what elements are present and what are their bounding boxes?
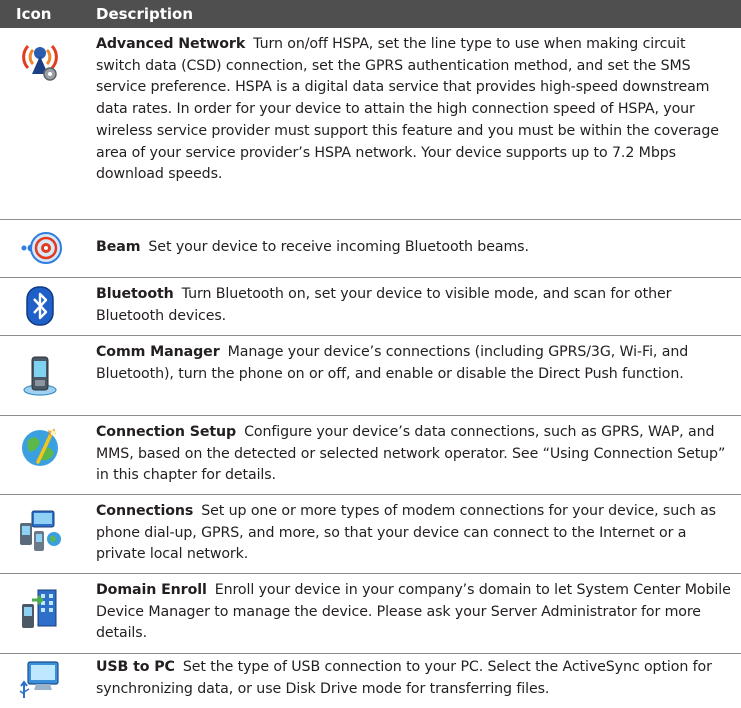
comm-manager-icon xyxy=(18,353,62,397)
connections-icon xyxy=(18,509,62,553)
row-description: Advanced Network Turn on/off HSPA, set th… xyxy=(96,34,732,186)
connection-setup-icon xyxy=(18,426,62,470)
domain-enroll-icon xyxy=(18,588,62,632)
advanced-network-icon xyxy=(18,38,62,82)
bluetooth-icon xyxy=(18,284,62,328)
table-header: Icon Description xyxy=(0,0,741,28)
table-row: Beam Set your device to receive incoming … xyxy=(0,220,741,278)
row-text: Set your device to receive incoming Blue… xyxy=(148,239,529,255)
header-icon-column: Icon xyxy=(16,5,52,23)
table-row: Bluetooth Turn Bluetooth on, set your dev… xyxy=(0,278,741,336)
row-description: Connection Setup Configure your device’s … xyxy=(96,422,732,487)
row-description: Domain Enroll Enroll your device in your … xyxy=(96,580,732,645)
row-text: Set the type of USB connection to your P… xyxy=(96,659,712,697)
row-title: Bluetooth xyxy=(96,286,174,302)
row-description: Connections Set up one or more types of m… xyxy=(96,501,732,566)
table-row: Advanced Network Turn on/off HSPA, set th… xyxy=(0,28,741,220)
beam-icon xyxy=(18,226,62,270)
row-title: Advanced Network xyxy=(96,36,246,52)
row-title: Comm Manager xyxy=(96,344,220,360)
table-row: Domain Enroll Enroll your device in your … xyxy=(0,574,741,654)
table-row: Connections Set up one or more types of m… xyxy=(0,495,741,574)
row-title: Connection Setup xyxy=(96,424,237,440)
row-title: Beam xyxy=(96,239,141,255)
usb-to-pc-icon xyxy=(18,658,62,702)
row-description: Bluetooth Turn Bluetooth on, set your dev… xyxy=(96,284,732,327)
row-text: Turn Bluetooth on, set your device to vi… xyxy=(96,286,672,324)
row-description: Beam Set your device to receive incoming … xyxy=(96,237,732,259)
row-title: Connections xyxy=(96,503,194,519)
row-description: Comm Manager Manage your device’s connect… xyxy=(96,342,732,385)
row-description: USB to PC Set the type of USB connection … xyxy=(96,657,732,700)
header-description-column: Description xyxy=(96,5,194,23)
row-text: Turn on/off HSPA, set the line type to u… xyxy=(96,36,719,183)
table-row: USB to PC Set the type of USB connection … xyxy=(0,654,741,708)
row-title: USB to PC xyxy=(96,659,175,675)
table-row: Comm Manager Manage your device’s connect… xyxy=(0,336,741,416)
table-row: Connection Setup Configure your device’s … xyxy=(0,416,741,495)
row-title: Domain Enroll xyxy=(96,582,207,598)
